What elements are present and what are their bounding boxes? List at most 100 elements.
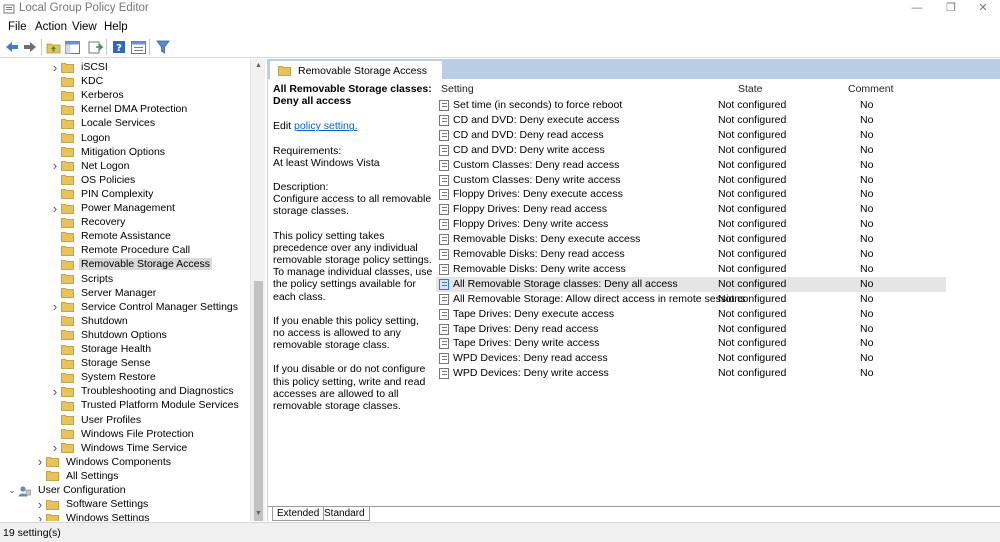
tree-node[interactable]: Kernel DMA Protection [49, 102, 189, 116]
tab-standard[interactable]: Standard [320, 507, 370, 521]
up-folder-icon[interactable] [45, 39, 61, 55]
minimize-button[interactable]: — [900, 0, 934, 18]
tree-node[interactable]: Shutdown Options [49, 328, 169, 342]
edit-policy-link[interactable]: policy setting. [294, 120, 358, 132]
expand-arrow-icon[interactable]: › [49, 158, 61, 173]
menu-help[interactable]: Help [104, 21, 128, 33]
setting-row[interactable]: Set time (in seconds) to force reboot Not… [436, 98, 946, 113]
tree-node[interactable]: PIN Complexity [49, 187, 155, 201]
menu-action[interactable]: Action [35, 21, 67, 33]
setting-name: Floppy Drives: Deny write access [453, 218, 609, 231]
policy-setting-icon [439, 114, 449, 126]
tree-node[interactable]: Locale Services [49, 116, 157, 130]
menu-view[interactable]: View [72, 21, 97, 33]
tree-node[interactable]: OS Policies [49, 173, 137, 187]
tree-node[interactable]: Remote Assistance [49, 229, 173, 243]
restore-button[interactable]: ❐ [934, 0, 968, 18]
setting-row[interactable]: Floppy Drives: Deny execute access Not co… [436, 187, 946, 202]
setting-row[interactable]: Tape Drives: Deny write access Not config… [436, 336, 946, 351]
tree-node[interactable]: Shutdown [49, 314, 130, 328]
show-hide-tree-icon[interactable] [64, 39, 80, 55]
setting-comment: No [860, 113, 874, 126]
help-icon[interactable]: ? [111, 39, 127, 55]
tree-node[interactable]: Logon [49, 131, 112, 145]
expand-arrow-icon[interactable]: › [49, 299, 61, 314]
back-arrow-icon[interactable] [4, 39, 20, 55]
expand-arrow-icon[interactable]: › [49, 60, 61, 75]
setting-row[interactable]: Removable Disks: Deny execute access Not … [436, 232, 946, 247]
tree-node[interactable]: › Windows Time Service [49, 440, 189, 455]
description-label: Description: [273, 181, 329, 194]
tree-node[interactable]: Removable Storage Access [49, 257, 212, 271]
column-header-setting[interactable]: Setting [441, 83, 474, 95]
scroll-up-arrow-icon[interactable]: ▲ [251, 59, 266, 73]
tree-node[interactable]: Mitigation Options [49, 145, 167, 159]
tree-node[interactable]: Scripts [49, 272, 115, 286]
tree-node[interactable]: ⌄ User Configuration [6, 483, 128, 497]
forward-arrow-icon[interactable] [22, 39, 38, 55]
tree-node[interactable]: › Power Management [49, 201, 177, 216]
tree-node[interactable]: Windows File Protection [49, 427, 196, 441]
scroll-thumb[interactable] [254, 281, 263, 521]
setting-row[interactable]: Tape Drives: Deny read access Not configu… [436, 322, 946, 337]
column-header-comment[interactable]: Comment [848, 83, 894, 95]
setting-row[interactable]: CD and DVD: Deny read access Not configur… [436, 128, 946, 143]
setting-row[interactable]: All Removable Storage: Allow direct acce… [436, 292, 946, 307]
expand-arrow-icon[interactable]: › [34, 511, 46, 521]
setting-row[interactable]: Tape Drives: Deny execute access Not conf… [436, 307, 946, 322]
export-list-icon[interactable] [87, 39, 103, 55]
setting-row[interactable]: WPD Devices: Deny read access Not configu… [436, 351, 946, 366]
tree-node[interactable]: › Service Control Manager Settings [49, 299, 240, 314]
expand-arrow-icon[interactable]: › [34, 497, 46, 512]
expand-arrow-icon[interactable]: › [49, 440, 61, 455]
tree-node[interactable]: › Troubleshooting and Diagnostics [49, 384, 236, 399]
tree-node[interactable]: › Software Settings [34, 497, 150, 512]
setting-row[interactable]: Floppy Drives: Deny read access Not confi… [436, 202, 946, 217]
column-header-state[interactable]: State [738, 83, 763, 95]
tree-node[interactable]: All Settings [34, 469, 121, 483]
tree-node[interactable]: › iSCSI [49, 60, 110, 75]
close-button[interactable]: ✕ [966, 0, 1000, 18]
setting-row[interactable]: Floppy Drives: Deny write access Not conf… [436, 217, 946, 232]
requirements-label: Requirements: [273, 144, 342, 157]
tree-node-label: Kernel DMA Protection [81, 103, 188, 116]
setting-row[interactable]: All Removable Storage classes: Deny all … [436, 276, 946, 292]
tree-node[interactable]: Trusted Platform Module Services [49, 398, 241, 412]
tree-node[interactable]: Storage Health [49, 342, 153, 356]
tab-extended[interactable]: Extended [272, 507, 325, 521]
tree-node[interactable]: Storage Sense [49, 356, 152, 370]
tree-node[interactable]: Server Manager [49, 286, 158, 300]
setting-row[interactable]: Removable Disks: Deny write access Not co… [436, 262, 946, 277]
expand-arrow-icon[interactable]: › [49, 384, 61, 399]
tree-scrollbar[interactable]: ▲ ▼ [250, 59, 265, 521]
setting-row[interactable]: Custom Classes: Deny read access Not conf… [436, 158, 946, 173]
filter-icon[interactable] [155, 39, 171, 55]
expand-arrow-icon[interactable]: › [49, 201, 61, 216]
menu-file[interactable]: File [8, 21, 27, 33]
setting-comment: No [860, 233, 874, 246]
setting-name: Floppy Drives: Deny execute access [453, 188, 623, 201]
setting-row[interactable]: CD and DVD: Deny write access Not configu… [436, 143, 946, 158]
tree-node[interactable]: Kerberos [49, 88, 126, 102]
setting-name: CD and DVD: Deny execute access [453, 113, 620, 126]
setting-state: Not configured [718, 233, 787, 246]
properties-icon[interactable] [130, 39, 146, 55]
setting-row[interactable]: CD and DVD: Deny execute access Not confi… [436, 113, 946, 128]
tree-node[interactable]: › Windows Components [34, 454, 173, 469]
tree-node[interactable]: Recovery [49, 215, 127, 229]
tree-node[interactable]: › Windows Settings [34, 511, 151, 521]
tree-node[interactable]: › Net Logon [49, 158, 131, 173]
tree-node-label: Shutdown Options [81, 328, 167, 341]
tree-node[interactable]: User Profiles [49, 413, 143, 427]
tree-node[interactable]: KDC [49, 74, 105, 88]
tree-node[interactable]: Remote Procedure Call [49, 243, 192, 257]
collapse-arrow-icon[interactable]: ⌄ [6, 485, 18, 496]
setting-state: Not configured [718, 307, 787, 320]
setting-row[interactable]: WPD Devices: Deny write access Not config… [436, 366, 946, 381]
setting-state: Not configured [718, 352, 787, 365]
setting-row[interactable]: Removable Disks: Deny read access Not con… [436, 247, 946, 262]
setting-row[interactable]: Custom Classes: Deny write access Not con… [436, 173, 946, 188]
tree-node[interactable]: System Restore [49, 370, 158, 384]
scroll-down-arrow-icon[interactable]: ▼ [251, 507, 266, 521]
expand-arrow-icon[interactable]: › [34, 454, 46, 469]
